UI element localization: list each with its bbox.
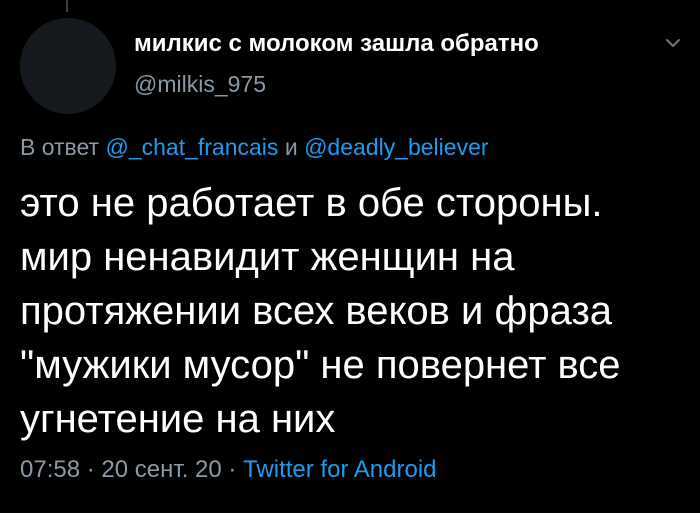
tweet-text-line: это не работает в обе стороны. [20,181,603,225]
reply-joiner: и [284,134,298,160]
chevron-down-icon[interactable] [662,32,684,54]
tweet-text: это не работает в обе стороны. мир ненав… [20,176,690,446]
meta-separator: · [86,456,95,483]
meta-separator: · [228,456,237,483]
tweet-text-line: протяжении всех веков и фраза [20,289,613,333]
tweet-text-line: "мужики мусор" не повернет все [20,343,621,387]
reply-prefix: В ответ [20,134,100,160]
tweet-source-link[interactable]: Twitter for Android [243,456,436,483]
tweet-time[interactable]: 07:58 [20,456,80,483]
tweet-date[interactable]: 20 сент. 20 [101,456,221,483]
tweet-text-line: угнетение на них [20,397,336,441]
reply-mention-chat-francais[interactable]: @_chat_francais [105,134,278,160]
tweet-meta: 07:58 · 20 сент. 20 · Twitter for Androi… [20,456,437,484]
user-handle[interactable]: @milkis_975 [134,71,266,98]
reply-mention-deadly-believer[interactable]: @deadly_believer [304,134,488,160]
display-name[interactable]: милкис с молоком зашла обратно [134,30,539,58]
reply-context: В ответ @_chat_francais и @deadly_believ… [20,134,489,161]
tweet-text-line: мир ненавидит женщин на [20,235,515,279]
thread-connector-line [66,0,68,12]
avatar[interactable] [20,18,116,114]
